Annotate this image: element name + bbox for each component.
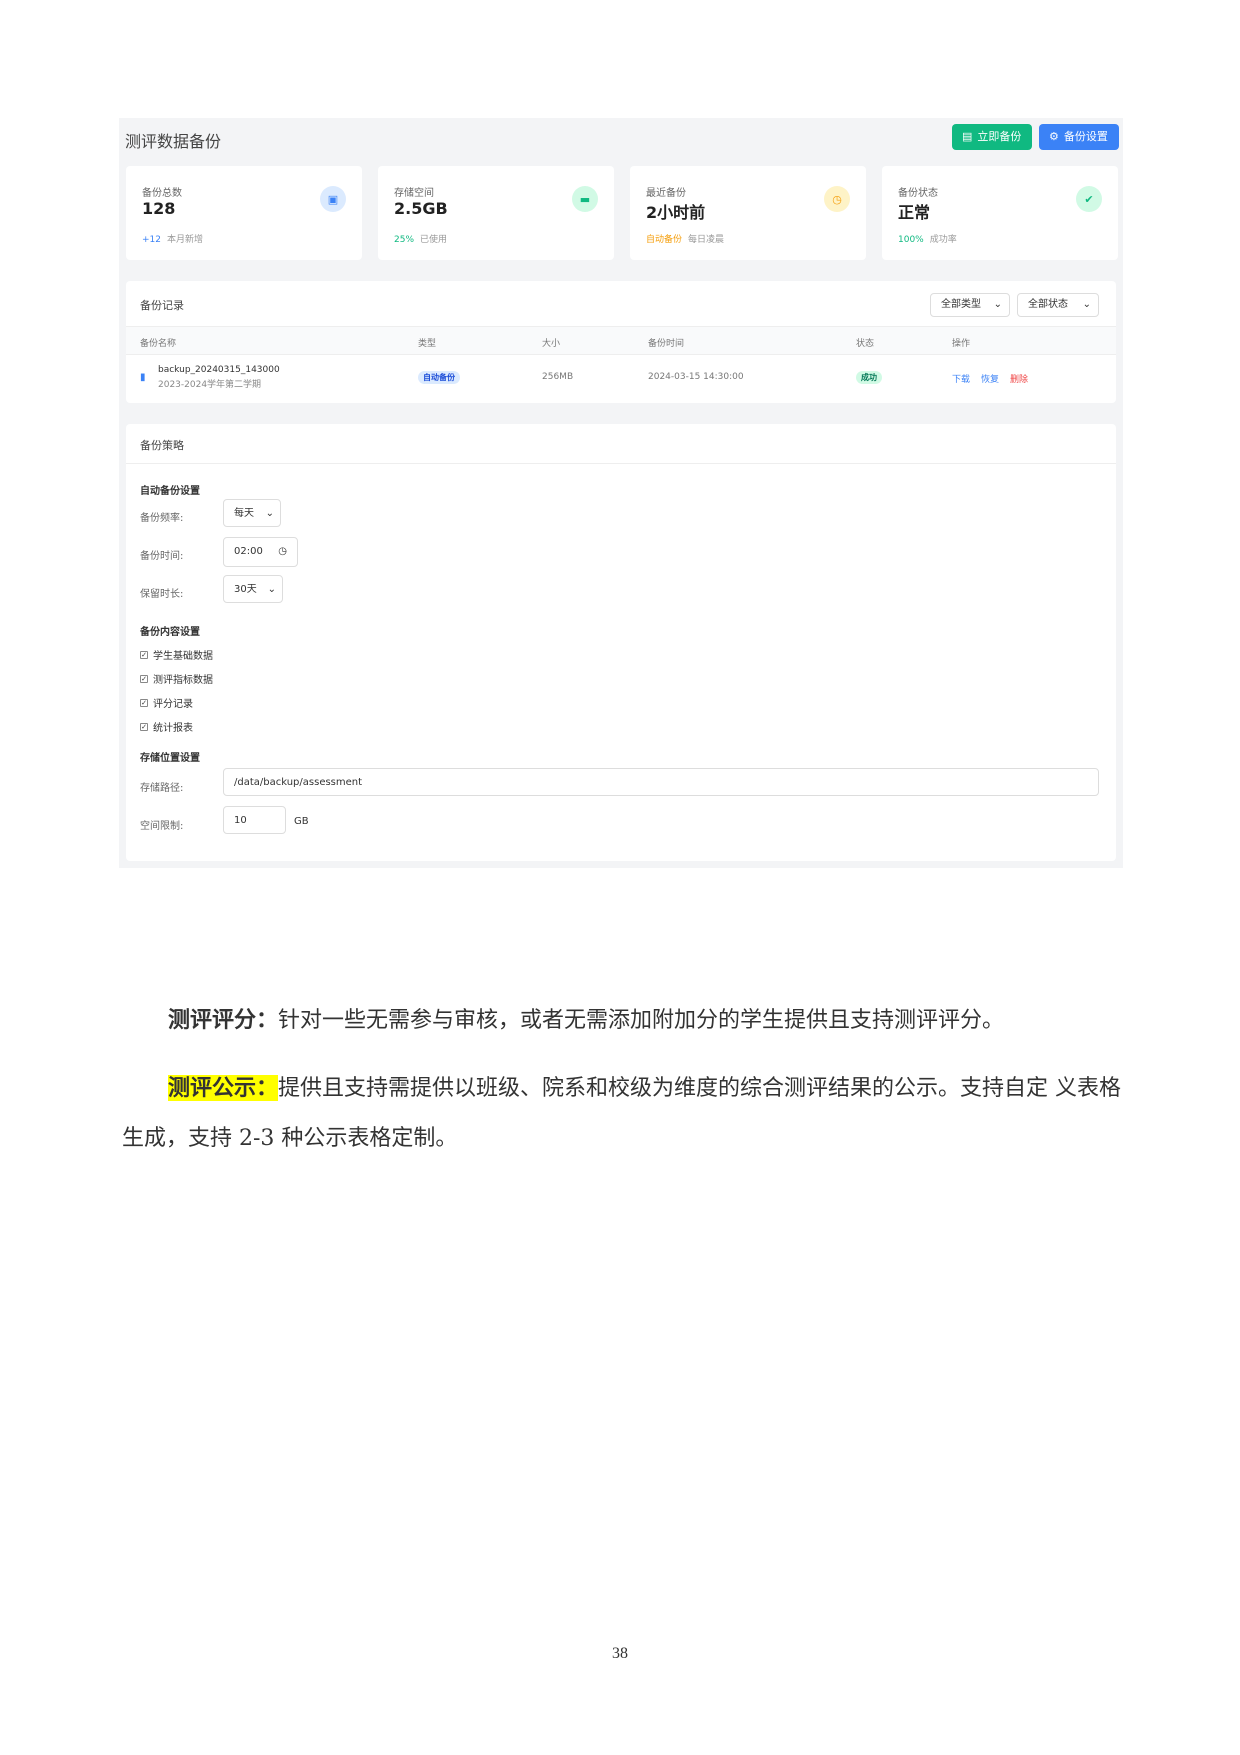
- backup-screenshot: 测评数据备份 ▤ 立即备份 ⚙ 备份设置 备份总数 128 +12 本月新增 ▣ …: [119, 118, 1123, 868]
- stat-card-total: 备份总数 128 +12 本月新增 ▣: [126, 166, 362, 260]
- backup-records-card: 备份记录 全部类型 ⌄ 全部状态 ⌄ 备份名称 类型 大小 备份时间 状态 操作 ▮…: [126, 281, 1116, 403]
- delete-link[interactable]: 删除: [1010, 372, 1028, 385]
- backup-now-button[interactable]: ▤ 立即备份: [952, 124, 1032, 150]
- stat-card-status: 备份状态 正常 100% 成功率 ✔: [882, 166, 1118, 260]
- panel-title: 测评数据备份: [125, 132, 222, 151]
- storage-section: 存储位置设置: [140, 753, 200, 764]
- backup-time: 2024-03-15 14:30:00: [648, 372, 744, 382]
- content-section: 备份内容设置: [140, 627, 200, 638]
- checkbox-checked-icon: ✓: [140, 650, 148, 659]
- restore-link[interactable]: 恢复: [981, 372, 999, 385]
- check-circle-icon: ✔: [1076, 186, 1102, 212]
- chevron-down-icon: ⌄: [1082, 299, 1091, 310]
- space-limit-unit: GB: [294, 816, 309, 827]
- table-row: ▮ backup_20240315_143000 2023-2024学年第二学期…: [126, 355, 1116, 401]
- chevron-down-icon: ⌄: [265, 508, 274, 519]
- backup-term: 2023-2024学年第二学期: [158, 380, 262, 390]
- checkbox-checked-icon: ✓: [140, 722, 148, 731]
- checkbox-checked-icon: ✓: [140, 698, 148, 707]
- database-icon: ▤: [962, 131, 973, 143]
- type-filter-select[interactable]: 全部类型 ⌄: [930, 293, 1010, 317]
- auto-backup-section: 自动备份设置: [140, 486, 200, 497]
- content-checkbox[interactable]: ✓ 学生基础数据: [140, 647, 213, 662]
- file-icon: ▮: [140, 372, 146, 383]
- status-badge: 成功: [856, 371, 882, 384]
- stat-card-recent: 最近备份 2小时前 自动备份 每日凌晨 ◷: [630, 166, 866, 260]
- records-title: 备份记录: [140, 299, 184, 312]
- time-input[interactable]: 02:00 ◷: [223, 537, 298, 567]
- gear-icon: ⚙: [1049, 131, 1059, 143]
- clock-icon: ◷: [278, 546, 287, 557]
- page-number: 38: [612, 1645, 628, 1662]
- chevron-down-icon: ⌄: [267, 584, 276, 595]
- space-limit-input[interactable]: 10: [223, 806, 286, 834]
- chevron-down-icon: ⌄: [993, 299, 1002, 310]
- retention-select[interactable]: 30天 ⌄: [223, 575, 283, 603]
- checkbox-checked-icon: ✓: [140, 674, 148, 683]
- content-checkbox[interactable]: ✓ 评分记录: [140, 695, 193, 710]
- frequency-select[interactable]: 每天 ⌄: [223, 499, 281, 527]
- backup-strategy-card: 备份策略 自动备份设置 备份频率: 每天 ⌄ 备份时间: 02:00 ◷ 保留时长:…: [126, 424, 1116, 861]
- content-checkbox[interactable]: ✓ 测评指标数据: [140, 671, 213, 686]
- storage-icon: ▬: [572, 186, 598, 212]
- status-filter-select[interactable]: 全部状态 ⌄: [1017, 293, 1099, 317]
- stat-card-storage: 存储空间 2.5GB 25% 已使用 ▬: [378, 166, 614, 260]
- storage-path-input[interactable]: /data/backup/assessment: [223, 768, 1099, 796]
- paragraph-scoring: 测评评分：针对一些无需参与审核，或者无需添加附加分的学生提供且支持测评评分。: [168, 1007, 1005, 1033]
- clock-icon: ◷: [824, 186, 850, 212]
- paragraph-publicity: 测评公示：提供且支持需提供以班级、院系和校级为维度的综合测评结果的公示。支持自定…: [122, 1075, 1122, 1151]
- panel-header: 测评数据备份 ▤ 立即备份 ⚙ 备份设置: [119, 118, 1123, 158]
- type-badge: 自动备份: [418, 371, 460, 384]
- content-checkbox[interactable]: ✓ 统计报表: [140, 719, 193, 734]
- records-table-header: 备份名称 类型 大小 备份时间 状态 操作: [126, 327, 1116, 355]
- download-link[interactable]: 下载: [952, 372, 970, 385]
- backup-name: backup_20240315_143000: [158, 365, 280, 375]
- backup-settings-button[interactable]: ⚙ 备份设置: [1039, 124, 1119, 150]
- strategy-title: 备份策略: [140, 439, 184, 452]
- save-icon: ▣: [320, 186, 346, 212]
- backup-size: 256MB: [542, 372, 574, 382]
